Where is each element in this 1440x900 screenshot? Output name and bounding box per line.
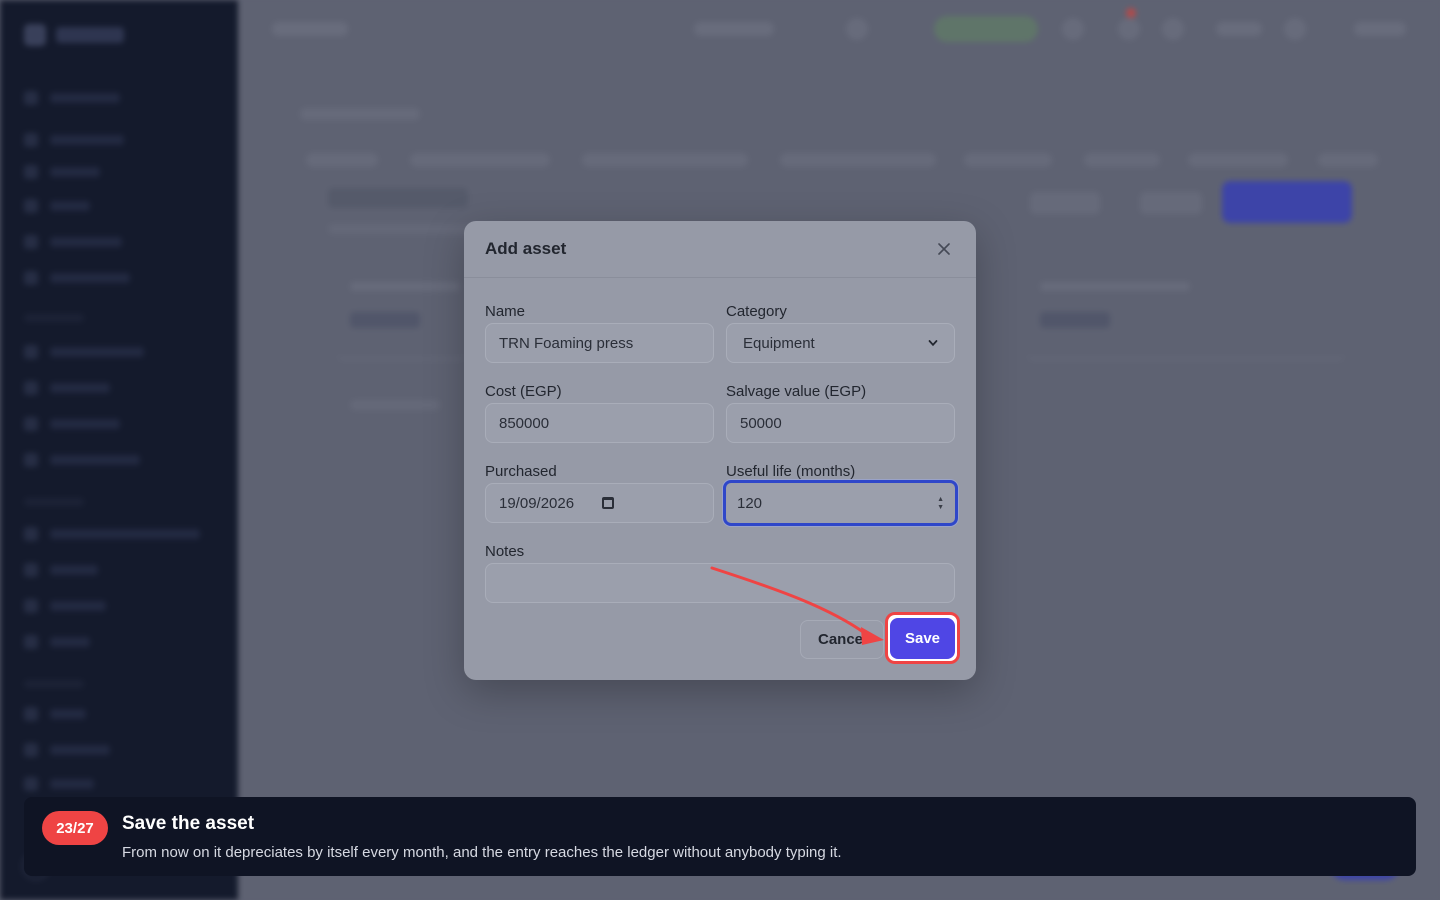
tab — [410, 153, 550, 167]
sidebar-item — [24, 707, 86, 721]
bell-icon — [1118, 18, 1140, 40]
topbar-icon — [846, 18, 868, 40]
breadcrumb — [300, 108, 420, 120]
topbar-text — [694, 22, 774, 36]
sidebar-item — [24, 91, 120, 105]
sidebar-item — [24, 133, 124, 147]
sidebar-item — [24, 199, 90, 213]
sidebar-item — [24, 563, 98, 577]
cost-value: 850000 — [499, 414, 550, 432]
topbar-icon — [1062, 18, 1084, 40]
sidebar-section — [24, 314, 84, 322]
stat-card — [336, 270, 466, 360]
salvage-input[interactable]: 50000 — [726, 403, 955, 443]
purchased-label: Purchased — [485, 463, 557, 480]
salvage-label: Salvage value (EGP) — [726, 383, 867, 400]
tab — [964, 153, 1052, 167]
sidebar-item — [24, 777, 94, 791]
cancel-button[interactable]: Cancel — [800, 620, 884, 659]
modal-title: Add asset — [485, 239, 567, 258]
name-label: Name — [485, 303, 526, 320]
sidebar-section — [24, 498, 84, 506]
sidebar-item — [24, 165, 100, 179]
sidebar — [0, 0, 238, 900]
tab — [306, 153, 378, 167]
useful-life-value: 120 — [737, 494, 763, 512]
category-value: Equipment — [743, 334, 815, 352]
stat-card — [1026, 270, 1346, 360]
sidebar-item — [24, 381, 110, 395]
sidebar-item — [24, 271, 130, 285]
tour-step-badge: 23/27 — [42, 811, 108, 845]
toolbar-button — [1030, 192, 1100, 214]
notes-label: Notes — [485, 543, 525, 560]
notification-dot — [1126, 8, 1136, 18]
useful-life-label: Useful life (months) — [726, 463, 856, 480]
topbar-icon — [1162, 18, 1184, 40]
category-select[interactable]: Equipment — [726, 323, 955, 363]
save-button[interactable]: Save — [890, 618, 955, 659]
logo — [24, 24, 124, 46]
tour-title: Save the asset — [122, 813, 255, 834]
tour-panel: 23/27 Save the asset From now on it depr… — [24, 797, 1416, 876]
cost-input[interactable]: 850000 — [485, 403, 714, 443]
tour-body: From now on it depreciates by itself eve… — [122, 844, 842, 861]
topbar-icon — [1284, 18, 1306, 40]
toolbar-button — [1140, 192, 1202, 214]
purchased-date-input[interactable]: 19/09/2026 — [485, 483, 714, 523]
sidebar-item — [24, 235, 122, 249]
sidebar-item — [24, 417, 120, 431]
modal-header: Add asset — [464, 221, 976, 278]
topbar-text — [1354, 22, 1406, 36]
cost-label: Cost (EGP) — [485, 383, 562, 400]
tab — [1084, 153, 1160, 167]
tab — [1188, 153, 1288, 167]
tab — [582, 153, 748, 167]
status-badge — [934, 16, 1038, 42]
topbar-text — [1216, 22, 1262, 36]
salvage-value: 50000 — [740, 414, 782, 432]
topbar-text — [272, 22, 348, 36]
page-title — [328, 188, 468, 208]
sidebar-item — [24, 345, 144, 359]
name-input[interactable]: TRN Foaming press — [485, 323, 714, 363]
useful-life-input[interactable]: 120 ▲ ▼ — [723, 480, 958, 526]
sidebar-item — [24, 527, 200, 541]
tab — [1318, 153, 1378, 167]
chevron-down-icon — [928, 340, 938, 347]
table-row — [350, 400, 440, 410]
purchased-value: 19/09/2026 — [499, 494, 575, 512]
notes-input[interactable] — [485, 563, 955, 603]
sidebar-item — [24, 599, 106, 613]
category-label: Category — [726, 303, 787, 320]
sidebar-item — [24, 453, 140, 467]
sidebar-item — [24, 635, 90, 649]
primary-button — [1222, 181, 1352, 223]
name-value: TRN Foaming press — [499, 334, 634, 352]
stepper-icon[interactable]: ▲ ▼ — [937, 496, 944, 511]
close-icon[interactable] — [933, 238, 955, 260]
calendar-icon[interactable] — [602, 497, 615, 509]
tab — [780, 153, 936, 167]
sidebar-item — [24, 743, 110, 757]
sidebar-section — [24, 680, 84, 688]
